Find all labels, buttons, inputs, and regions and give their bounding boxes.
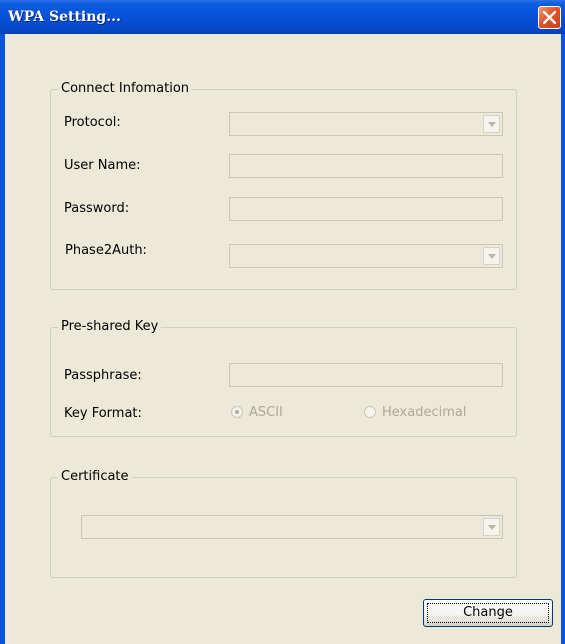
passphrase-field[interactable] [229,363,503,387]
chevron-down-icon [488,122,496,127]
username-label: User Name: [64,158,141,173]
passphrase-label: Passphrase: [64,368,142,383]
hexadecimal-radio-label: Hexadecimal [382,405,467,420]
password-label: Password: [64,201,130,216]
username-field[interactable] [229,154,503,178]
close-icon [543,11,556,24]
protocol-select[interactable] [229,112,503,136]
protocol-dropdown-button[interactable] [483,115,500,133]
certificate-select[interactable] [81,515,503,539]
certificate-dropdown-button[interactable] [483,518,500,536]
change-button-label: Change [463,605,513,620]
key-format-label: Key Format: [64,406,142,421]
phase2auth-label: Phase2Auth: [65,243,147,258]
close-button[interactable] [538,6,561,29]
key-format-radio-ascii[interactable]: ASCII [231,404,311,422]
preshared-key-legend: Pre-shared Key [58,318,162,336]
change-button[interactable]: Change [423,599,553,627]
ascii-radio-label: ASCII [249,405,283,420]
wpa-setting-window: WPA Setting... Connect Infomation Protoc… [0,0,565,644]
connect-info-legend: Connect Infomation [58,80,193,98]
protocol-label: Protocol: [64,115,121,130]
title-bar[interactable]: WPA Setting... [0,0,565,34]
window-title: WPA Setting... [8,9,121,25]
phase2auth-dropdown-button[interactable] [483,247,500,265]
password-field[interactable] [229,197,503,221]
phase2auth-select[interactable] [229,244,503,268]
chevron-down-icon [488,254,496,259]
key-format-radio-hexadecimal[interactable]: Hexadecimal [364,404,504,422]
ascii-radio-button[interactable] [231,406,243,418]
certificate-legend: Certificate [58,468,132,486]
hexadecimal-radio-button[interactable] [364,406,376,418]
chevron-down-icon [488,525,496,530]
dialog-body: Connect Infomation Protocol: User Name: … [5,34,561,644]
